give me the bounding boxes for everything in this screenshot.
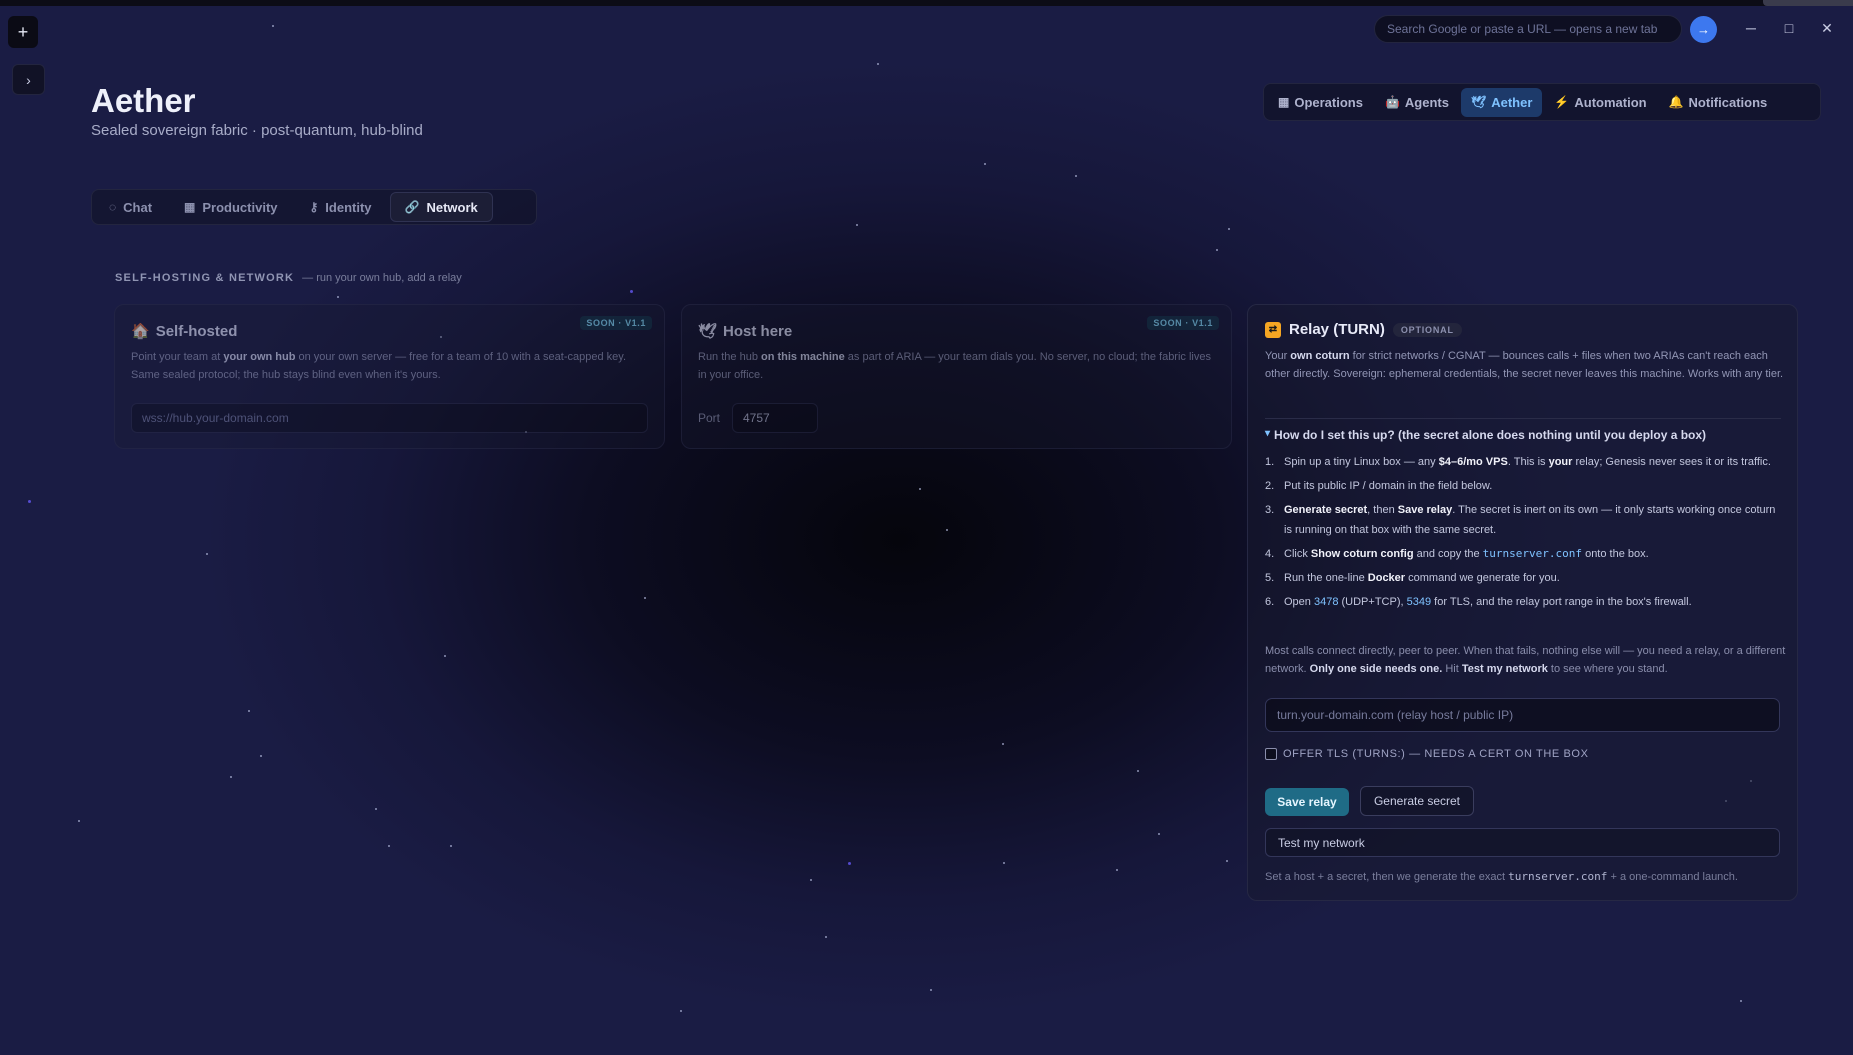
tls-checkbox[interactable] [1265,748,1277,760]
tab-identity[interactable]: ⚷ Identity [296,192,386,222]
nav-label: Agents [1404,94,1449,110]
nav-aether[interactable]: 🕊 Aether [1460,87,1543,117]
page-subtitle: Sealed sovereign fabric · post-quantum, … [91,122,423,139]
nav-label: Notifications [1688,94,1768,110]
chat-bubble-icon: ◌ [109,200,117,214]
grid-icon: ▦ [184,200,196,214]
sub-tabs: ◌ Chat ▦ Productivity ⚷ Identity 🔗 Network [91,189,537,225]
minimize-icon[interactable]: ─ [1741,18,1761,38]
relay-card: ⇄ Relay (TURN) OPTIONAL Your own coturn … [1247,304,1798,901]
section-title: SELF-HOSTING & NETWORK [115,272,295,284]
host-here-card: 🕊 Host here SOON · V1.1 Run the hub on th… [681,304,1232,449]
card-description: Your own coturn for strict networks / CG… [1265,350,1784,380]
save-relay-button[interactable]: Save relay [1265,788,1349,816]
window-top-handle [1763,0,1853,6]
go-arrow-icon[interactable]: → [1690,16,1717,43]
nav-label: Operations [1294,94,1363,110]
new-tab-button[interactable]: + [8,16,38,48]
list-item: 1. Spin up a tiny Linux box — any $4–6/mo… [1265,456,1771,468]
list-item: 5. Run the one-line Docker command we gen… [1265,572,1560,584]
generate-secret-button[interactable]: Generate secret [1360,786,1474,816]
swap-arrows-icon: ⇄ [1265,321,1281,338]
hub-url-input[interactable]: wss://hub.your-domain.com [131,403,648,433]
card-title: Host here [723,322,793,340]
section-description: — run your own hub, add a relay [302,272,462,284]
tab-label: Chat [123,199,153,215]
nav-operations[interactable]: ▦ Operations [1268,88,1373,117]
nav-label: Automation [1574,94,1647,110]
port-input[interactable]: 4757 [732,403,818,433]
close-icon[interactable]: ✕ [1817,18,1837,38]
card-title: Relay (TURN) [1289,321,1385,338]
window-top-strip [0,0,1853,6]
section-header: SELF-HOSTING & NETWORK — run your own hu… [115,272,462,284]
port-label: Port [698,411,721,425]
list-item: 6. Open 3478 (UDP+TCP), 5349 for TLS, and… [1265,596,1692,608]
relay-footer-note: Set a host + a secret, then we generate … [1265,870,1738,883]
bolt-icon: ⚡ [1554,95,1570,109]
grid-icon: ▦ [1278,95,1290,109]
tab-label: Identity [325,199,372,215]
card-title: Self-hosted [155,322,238,340]
robot-icon: 🤖 [1384,95,1400,109]
tab-chat[interactable]: ◌ Chat [95,192,166,222]
setup-disclosure[interactable]: ▾ How do I set this up? (the secret alone… [1265,428,1706,442]
optional-badge: OPTIONAL [1392,322,1462,337]
dove-icon: 🕊 [698,323,718,340]
top-nav: ▦ Operations 🤖 Agents 🕊 Aether ⚡ Automation … [1263,83,1821,121]
maximize-icon[interactable]: □ [1779,18,1799,38]
tab-label: Productivity [202,199,278,215]
key-icon: ⚷ [309,200,319,214]
nav-notifications[interactable]: 🔔 Notifications [1659,88,1778,117]
bell-icon: 🔔 [1668,95,1684,109]
nav-automation[interactable]: ⚡ Automation [1544,88,1656,117]
nav-agents[interactable]: 🤖 Agents [1375,88,1459,117]
soon-badge: SOON · V1.1 [580,316,652,330]
tab-network[interactable]: 🔗 Network [389,192,493,222]
tab-label: Network [426,199,478,215]
relay-note: Most calls connect directly, peer to pee… [1265,645,1786,675]
page-title: Aether [91,82,196,119]
test-network-button[interactable]: Test my network [1265,828,1780,857]
setup-steps: 1. Spin up a tiny Linux box — any $4–6/mo… [1265,452,1785,616]
soon-badge: SOON · V1.1 [1147,316,1219,330]
relay-host-input[interactable]: turn.your-domain.com (relay host / publi… [1265,698,1780,732]
card-description: Point your team at your own hub on your … [131,351,627,381]
self-hosted-card: 🏠 Self-hosted SOON · V1.1 Point your team… [114,304,665,449]
list-item: 4. Click Show coturn config and copy the … [1265,547,1649,560]
tls-checkbox-label: OFFER TLS (TURNS:) — NEEDS A CERT ON THE… [1283,748,1589,760]
card-description: Run the hub on this machine as part of A… [698,351,1211,381]
dove-icon: 🕊 [1470,95,1487,109]
sidebar-toggle-button[interactable]: › [12,64,45,95]
link-icon: 🔗 [404,200,420,214]
list-item: 2. Put its public IP / domain in the fiel… [1265,480,1493,492]
tab-productivity[interactable]: ▦ Productivity [170,192,291,222]
setup-disclosure-label: How do I set this up? (the secret alone … [1274,428,1707,442]
chevron-down-icon: ▾ [1265,428,1271,439]
url-search-input[interactable]: Search Google or paste a URL — opens a n… [1374,15,1682,43]
list-item: 3. Generate secret, then Save relay. The … [1265,504,1776,536]
house-icon: 🏠 [131,323,150,340]
nav-label: Aether [1491,94,1533,110]
divider [1265,418,1781,419]
